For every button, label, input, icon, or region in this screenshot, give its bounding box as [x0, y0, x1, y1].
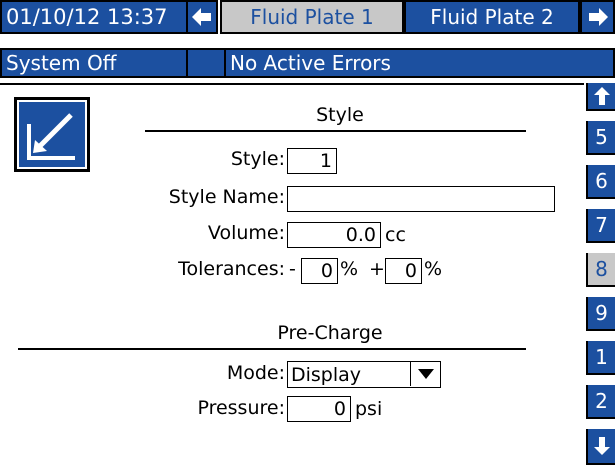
sidebar-item-6[interactable]: 6	[586, 165, 615, 199]
mode-dropdown[interactable]: Display	[287, 361, 441, 388]
mode-label: Mode:	[226, 362, 285, 384]
style-name-label: Style Name:	[168, 186, 285, 208]
datetime-display: 01/10/12 13:37	[0, 0, 188, 34]
scroll-up-button[interactable]	[586, 83, 615, 111]
scroll-down-button[interactable]	[586, 429, 615, 465]
volume-field[interactable]: 0.0	[287, 222, 381, 248]
tolerances-label: Tolerances:	[178, 258, 285, 280]
arrow-up-icon	[593, 87, 610, 105]
style-label: Style:	[230, 148, 285, 170]
pressure-field[interactable]: 0	[287, 396, 351, 422]
tolerance-minus-sign: -	[289, 258, 296, 280]
next-screen-button[interactable]	[580, 0, 615, 34]
volume-unit: cc	[385, 224, 406, 246]
tab-fluid-plate-1[interactable]: Fluid Plate 1	[220, 0, 404, 34]
sidebar-item-5[interactable]: 5	[586, 121, 615, 155]
sidebar-item-2[interactable]: 2	[586, 385, 615, 419]
arrow-down-icon	[593, 437, 610, 455]
sidebar-item-1[interactable]: 1	[586, 341, 615, 375]
pressure-unit: psi	[355, 398, 383, 420]
precharge-section-divider	[18, 348, 526, 350]
sidebar-item-9[interactable]: 9	[586, 297, 615, 331]
style-section-divider	[145, 130, 526, 132]
mode-dropdown-value: Display	[291, 364, 362, 386]
error-status: No Active Errors	[224, 48, 615, 78]
tab-fluid-plate-2[interactable]: Fluid Plate 2	[404, 0, 580, 34]
arrow-left-icon	[192, 8, 212, 26]
prev-screen-button[interactable]	[186, 0, 218, 34]
edit-icon	[17, 100, 87, 169]
status-indicator	[186, 48, 226, 78]
tolerance-minus-percent: %	[340, 258, 359, 280]
arrow-right-icon	[588, 8, 608, 26]
sidebar-item-7[interactable]: 7	[586, 209, 615, 243]
volume-label: Volume:	[207, 222, 285, 244]
tolerance-plus-sign: +	[369, 258, 385, 280]
tolerance-minus-field[interactable]: 0	[301, 258, 338, 284]
pressure-label: Pressure:	[197, 397, 285, 419]
edit-button[interactable]	[14, 97, 90, 172]
style-number-field[interactable]: 1	[287, 148, 337, 174]
system-status: System Off	[0, 48, 188, 78]
sidebar-item-8[interactable]: 8	[586, 253, 615, 287]
chevron-down-icon	[410, 362, 440, 386]
style-name-field[interactable]	[287, 186, 555, 212]
tolerance-plus-field[interactable]: 0	[385, 258, 422, 284]
style-section-title: Style	[316, 104, 364, 126]
precharge-section-title: Pre-Charge	[277, 322, 383, 344]
tolerance-plus-percent: %	[424, 258, 443, 280]
